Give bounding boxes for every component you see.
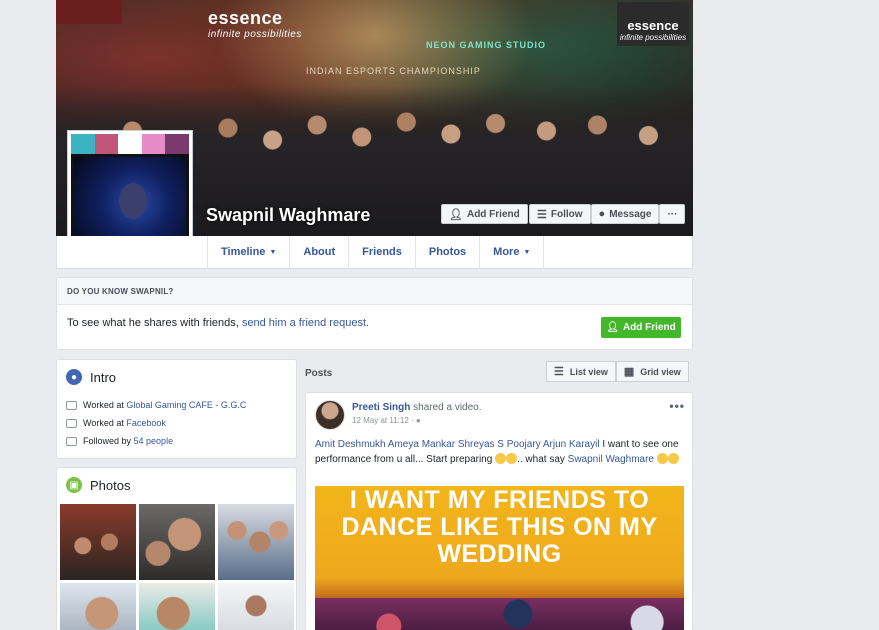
profile-nav: Timeline ▼ About Friends Photos More ▼ [56,236,693,269]
photo-icon: ▣ [66,477,82,493]
intro-row: Worked at Global Gaming CAFE - G.G.C [66,396,287,414]
smile-emoji-icon [656,453,668,464]
stripe [165,134,189,154]
do-you-know-heading: DO YOU KNOW SWAPNIL? [57,278,692,305]
follow-button[interactable]: ☰ Follow [529,204,591,224]
author-avatar[interactable] [315,400,345,430]
stripe [118,134,142,154]
photos-card: ▣ Photos [56,467,297,630]
cover-banner-left [56,0,122,24]
chevron-down-icon: ▼ [523,248,531,256]
post-action: shared a video. [413,402,482,413]
profile-tabs: Timeline ▼ About Friends Photos More ▼ [207,236,545,268]
add-friend-green-button[interactable]: 👤︎ Add Friend [601,317,681,338]
add-friend-button[interactable]: 👤︎ Add Friend [441,204,528,224]
grid-view-button[interactable]: ▦ Grid view [615,361,689,382]
workplace-link[interactable]: Facebook [126,418,166,428]
post-meta: Preeti Singh shared a video. 12 May at 1… [352,400,482,430]
cover-brand-right: essence infinite possibilities [617,2,689,46]
briefcase-icon [66,400,77,410]
intro-row: Followed by 54 people [66,432,287,450]
photo-thumbnail[interactable] [218,504,294,580]
tab-friends[interactable]: Friends [348,236,415,268]
more-options-button[interactable]: ··· [659,204,686,224]
photos-title[interactable]: ▣ Photos [57,468,296,502]
photo-thumbnail[interactable] [218,583,294,630]
intro-title: ● Intro [57,360,296,394]
author-name[interactable]: Preeti Singh [352,402,410,413]
photo-grid [60,504,294,630]
post-card: Preeti Singh shared a video. 12 May at 1… [305,392,693,630]
post-video[interactable]: I WANT MY FRIENDS TO DANCE LIKE THIS ON … [315,486,684,630]
video-caption: I WANT MY FRIENDS TO DANCE LIKE THIS ON … [341,486,658,568]
grid-icon: ▦ [623,366,635,378]
add-friend-icon: 👤︎ [449,208,463,221]
list-icon: ☰ [554,366,564,378]
list-view-button[interactable]: ☰ List view [546,361,616,382]
intro-row: Worked at Facebook [66,414,287,432]
photo-thumbnail[interactable] [139,583,215,630]
rss-icon: ☰ [537,208,547,221]
tab-timeline[interactable]: Timeline ▼ [207,236,289,268]
stripe [94,134,119,154]
cover-actions: 👤︎ Add Friend [441,204,528,224]
post-text: Amit Deshmukh Ameya Mankar Shreyas S Poo… [315,439,679,465]
chevron-down-icon: ▼ [269,248,277,256]
intro-list: Worked at Global Gaming CAFE - G.G.C Wor… [57,394,296,452]
privacy-globe-icon: ● [415,416,421,425]
globe-icon: ● [66,369,82,385]
laugh-emoji-icon [495,453,507,464]
add-friend-icon: 👤︎ [606,322,619,333]
tab-more[interactable]: More ▼ [479,236,545,268]
posts-label: Posts [305,368,333,379]
cover-actions-group: ☰ Follow ● Message ··· [529,204,686,224]
photo-thumbnail[interactable] [60,583,136,630]
post-timestamp[interactable]: 12 May at 11:12 · [352,416,416,425]
mentions-link[interactable]: Amit Deshmukh Ameya Mankar Shreyas S Poo… [315,439,600,450]
profile-name[interactable]: Swapnil Waghmare [206,205,370,226]
message-button[interactable]: ● Message [590,204,660,224]
followers-icon [66,436,77,446]
tab-photos[interactable]: Photos [414,236,479,268]
workplace-link[interactable]: Global Gaming CAFE - G.G.C [126,400,246,410]
cover-event-title: INDIAN ESPORTS CHAMPIONSHIP [306,66,481,76]
post-header: Preeti Singh shared a video. 12 May at 1… [315,400,482,430]
post-options-icon[interactable]: ••• [669,399,685,413]
photo-thumbnail[interactable] [60,504,136,580]
video-scene [315,598,684,630]
laugh-emoji-icon [506,453,518,464]
view-toggle: ☰ List view ▦ Grid view [546,361,689,382]
briefcase-icon [66,418,77,428]
profile-picture-frame [71,134,189,154]
smile-emoji-icon [667,453,679,464]
photo-thumbnail[interactable] [139,504,215,580]
mention-link[interactable]: Swapnil Waghmare [568,454,654,465]
cover-neon-logo: NEON GAMING STUDIO [426,40,547,50]
stripe [141,134,166,154]
followers-link[interactable]: 54 people [134,436,174,446]
cover-brand-left: essence infinite possibilities [208,8,302,40]
tab-about[interactable]: About [289,236,348,268]
do-you-know-card: DO YOU KNOW SWAPNIL? To see what he shar… [56,277,693,350]
do-you-know-text: To see what he shares with friends, send… [67,317,370,329]
intro-card: ● Intro Worked at Global Gaming CAFE - G… [56,359,297,459]
messenger-icon: ● [598,208,606,220]
send-friend-request-link[interactable]: send him a friend request. [242,317,369,329]
stripe [71,134,95,154]
